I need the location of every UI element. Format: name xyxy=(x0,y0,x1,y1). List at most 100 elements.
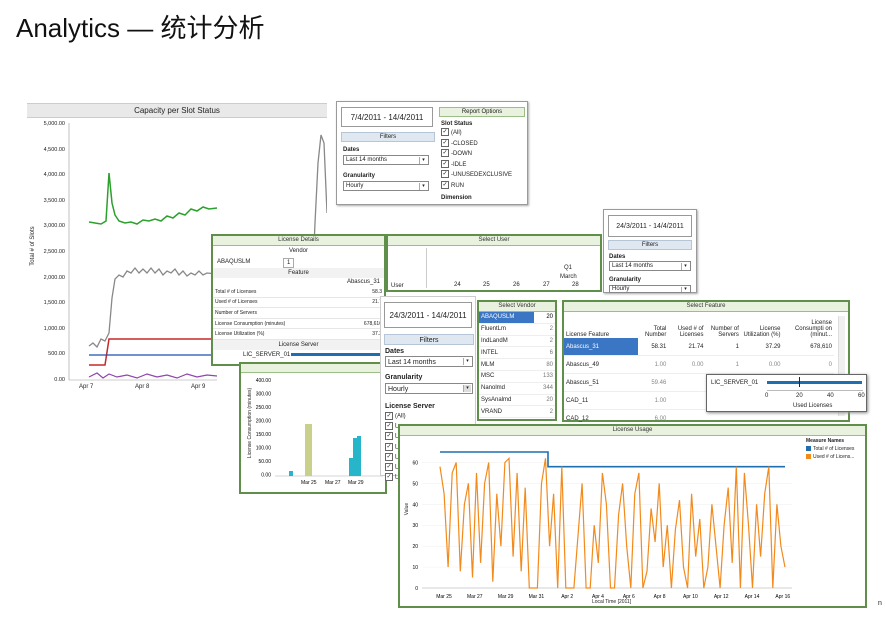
vendor-row[interactable]: SysAnalmd 20 xyxy=(479,394,555,407)
vendor-row[interactable]: INTEL 6 xyxy=(479,346,555,360)
usage-xtick: Mar 31 xyxy=(529,594,545,600)
license-detail-value: 37.2 xyxy=(344,328,384,340)
license-server-row[interactable]: LIC_SERVER_01 xyxy=(213,350,386,360)
usage-series-used xyxy=(439,456,786,589)
license-detail-row: License Utilization (%) 37.2 xyxy=(213,328,384,340)
usage-legend-item[interactable]: Total # of Licenses xyxy=(806,445,854,453)
mid-dates-select[interactable]: Last 14 months ▾ xyxy=(385,356,473,367)
feature-column-header[interactable]: License Consumpti on (minut... xyxy=(783,316,834,338)
popup-axis-line xyxy=(767,390,863,391)
slot-status-item[interactable]: ✓ -UNUSEDEXCLUSIVE xyxy=(441,170,512,181)
feature-cell: 678,610 xyxy=(782,338,834,356)
report-dates-select[interactable]: Last 14 months ▾ xyxy=(343,155,429,165)
slot-status-item[interactable]: ✓ RUN xyxy=(441,180,512,192)
user-day-label[interactable]: 27 xyxy=(543,282,550,288)
license-server-item[interactable]: ✓ (All) xyxy=(385,412,406,422)
feature-row[interactable]: Abascus_31 58.31 21.74 1 37.29 678,610 xyxy=(564,338,834,356)
usage-xtick: Apr 10 xyxy=(683,594,698,600)
popup-axis-label: Used Licenses xyxy=(793,403,833,409)
popup-tick: 40 xyxy=(827,393,834,399)
consumption-ytick: 0.00 xyxy=(261,473,271,479)
usage-legend-item[interactable]: Used # of Licens... xyxy=(806,453,854,461)
legend-label: Used # of Licens... xyxy=(813,454,855,460)
license-details-header: License Details xyxy=(213,236,384,246)
user-day-label[interactable]: 28 xyxy=(572,282,579,288)
report-granularity-select[interactable]: Hourly ▾ xyxy=(343,181,429,191)
consumption-bar[interactable] xyxy=(349,458,353,476)
feature-cell: 59.46 xyxy=(638,373,669,392)
vendor-row[interactable]: VRAND 2 xyxy=(479,405,555,419)
chevron-down-icon: ▾ xyxy=(419,183,427,190)
consumption-bar[interactable] xyxy=(305,424,312,476)
right-granularity-select[interactable]: Hourly ▾ xyxy=(609,285,691,293)
right-filters-header: Filters xyxy=(608,240,692,250)
slot-status-item[interactable]: ✓ -CLOSED xyxy=(441,138,512,150)
slot-status-item[interactable]: ✓ -DOWN xyxy=(441,149,512,160)
license-detail-row: License Consumption (minutes) 678,610 xyxy=(213,318,384,330)
feature-cell: 0.00 xyxy=(740,355,783,374)
feature-row[interactable]: Abascus_49 1.00 0.00 1 0.00 0 xyxy=(564,355,834,374)
usage-ytick: 40 xyxy=(412,502,418,508)
capacity-series-purple xyxy=(88,372,218,379)
license-server-name: LIC_SERVER_01 xyxy=(243,351,291,358)
usage-xlabel: Local Time [2011] xyxy=(592,599,632,605)
quarter-label: Q1 xyxy=(564,265,573,271)
slot-status-label: RUN xyxy=(451,182,464,189)
slot-status-label: -DOWN xyxy=(451,151,472,157)
slot-status-item[interactable]: ✓ -IDLE xyxy=(441,159,512,171)
feature-column-header[interactable]: License Feature xyxy=(564,316,638,338)
checkbox-checked-icon: ✓ xyxy=(441,128,449,137)
license-detail-row: Used # of Licenses 21.7 xyxy=(213,297,384,309)
license-detail-value: 678,610 xyxy=(344,318,384,330)
vendor-count: 2 xyxy=(534,335,555,348)
month-label: March xyxy=(560,274,577,280)
legend-label: Total # of Licenses xyxy=(813,446,855,452)
slot-status-label: -CLOSED xyxy=(451,140,478,147)
consumption-bar[interactable] xyxy=(353,438,357,476)
consumption-bar[interactable] xyxy=(289,471,293,476)
checkbox-checked-icon: ✓ xyxy=(441,138,449,147)
feature-column-header[interactable]: License Utilization (%) xyxy=(741,316,783,338)
user-day-label[interactable]: 26 xyxy=(513,282,520,288)
mid-granularity-select[interactable]: Hourly ▾ xyxy=(385,383,473,394)
vendor-row[interactable]: ABAQUSLM 20 xyxy=(479,312,555,324)
feature-column-header[interactable]: Total Number xyxy=(638,316,668,338)
feature-column-header[interactable]: Number of Servers xyxy=(706,316,741,338)
popup-server-name: LIC_SERVER_01 xyxy=(711,380,759,386)
vendor-row[interactable]: MSC 133 xyxy=(479,370,555,383)
feature-cell: 0 xyxy=(782,355,834,374)
vendor-row[interactable]: Nanolmd 344 xyxy=(479,382,555,395)
right-dates-select[interactable]: Last 14 months ▾ xyxy=(609,261,691,271)
consumption-ytick: 150.00 xyxy=(256,432,272,438)
consumption-plot: 400.00 300.00 250.00 200.00 150.00 100.00 50.0… xyxy=(256,378,383,486)
consumption-bar[interactable] xyxy=(357,436,361,476)
license-detail-row: Number of Servers xyxy=(213,307,384,319)
vendor-row[interactable]: MLM 80 xyxy=(479,358,555,371)
slot-status-item[interactable]: ✓ (All) xyxy=(441,128,512,139)
right-dates-value: Last 14 months xyxy=(612,263,654,269)
feature-cell: 37.29 xyxy=(740,338,783,356)
report-granularity-label: Granularity xyxy=(343,173,376,179)
feature-column-header[interactable]: Used # of Licenses xyxy=(668,316,705,338)
vendor-row[interactable]: FluentLm 2 xyxy=(479,323,555,336)
feature-cell: 1.00 xyxy=(638,391,669,410)
usage-ytick: 50 xyxy=(412,481,418,487)
user-day-label[interactable]: 24 xyxy=(454,282,461,288)
report-granularity-value: Hourly xyxy=(346,183,364,189)
capacity-series-red xyxy=(89,338,217,366)
select-user-header: Select User xyxy=(388,236,600,246)
usage-xtick: Apr 8 xyxy=(654,594,666,600)
consumption-ytick: 400.00 xyxy=(256,378,272,384)
select-feature-header: Select Feature xyxy=(564,302,848,312)
vendor-row[interactable]: IndLandM 2 xyxy=(479,335,555,348)
mid-granularity-value: Hourly xyxy=(388,386,409,393)
slot-status-label: -UNUSEDEXCLUSIVE xyxy=(451,172,513,178)
usage-ytick: 30 xyxy=(412,523,418,529)
user-day-label[interactable]: 25 xyxy=(483,282,490,288)
consumption-chart-panel: License Consumption (minutes) 400.00 300.… xyxy=(239,362,387,494)
vendor-name: IndLandM xyxy=(479,335,535,348)
right-date-range: 24/3/2011 - 14/4/2011 xyxy=(608,215,692,237)
feature-name: Abascus_49 xyxy=(564,355,638,374)
feature-cell: 21.74 xyxy=(668,338,706,356)
license-detail-label: Total # of Licenses xyxy=(213,287,345,298)
